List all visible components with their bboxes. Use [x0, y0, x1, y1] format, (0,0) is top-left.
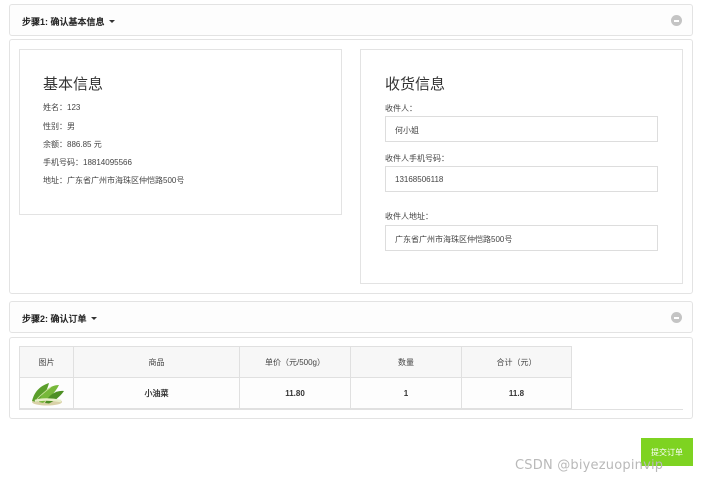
product-name: 小油菜	[73, 377, 240, 409]
step2-panel-header[interactable]: 步骤2: 确认订单	[9, 301, 693, 333]
quantity: 1	[350, 377, 462, 409]
basic-info-heading: 基本信息	[43, 76, 104, 93]
col-unit-price: 单价（元/500g）	[239, 346, 351, 378]
order-table: 图片 商品 单价（元/500g） 数量 合计（元） 小油菜 11.80 1 11…	[19, 346, 572, 409]
recipient-phone-field[interactable]: 13168506118	[385, 166, 658, 192]
table-header-row: 图片 商品 单价（元/500g） 数量 合计（元）	[19, 346, 572, 378]
info-address: 地址：广东省广州市海珠区仲恺路500号	[43, 176, 185, 185]
collapse-icon[interactable]	[671, 15, 682, 26]
shipping-info-card: 收货信息 收件人： 何小姐 收件人手机号码： 13168506118 收件人地址…	[360, 49, 683, 284]
step1-title[interactable]: 步骤1: 确认基本信息	[22, 15, 115, 28]
info-phone: 手机号码：18814095566	[43, 158, 132, 167]
col-image: 图片	[19, 346, 74, 378]
col-total: 合计（元）	[461, 346, 572, 378]
caret-down-icon	[108, 20, 115, 23]
caret-down-icon	[90, 317, 97, 320]
unit-price: 11.80	[239, 377, 351, 409]
product-image-cell	[19, 377, 74, 409]
info-balance: 余额：886.85 元	[43, 140, 102, 149]
recipient-field[interactable]: 何小姐	[385, 116, 658, 142]
bok-choy-image	[31, 383, 64, 406]
col-quantity: 数量	[350, 346, 462, 378]
basic-info-card: 基本信息 姓名：123 性别：男 余额：886.85 元 手机号码：188140…	[19, 49, 342, 215]
watermark: CSDN @biyezuopinvip	[515, 458, 664, 473]
shipping-info-heading: 收货信息	[385, 76, 446, 93]
recipient-address-label: 收件人地址：	[385, 212, 433, 221]
recipient-label: 收件人：	[385, 104, 417, 113]
table-row: 小油菜 11.80 1 11.8	[19, 377, 572, 409]
step2-title[interactable]: 步骤2: 确认订单	[22, 312, 97, 325]
table-divider	[19, 409, 683, 410]
recipient-address-field[interactable]: 广东省广州市海珠区仲恺路500号	[385, 225, 658, 251]
info-gender: 性别：男	[43, 122, 75, 131]
line-total: 11.8	[461, 377, 572, 409]
col-product: 商品	[73, 346, 240, 378]
recipient-phone-label: 收件人手机号码：	[385, 154, 449, 163]
collapse-icon[interactable]	[671, 312, 682, 323]
info-name: 姓名：123	[43, 103, 81, 112]
step1-panel-header[interactable]: 步骤1: 确认基本信息	[9, 4, 693, 36]
